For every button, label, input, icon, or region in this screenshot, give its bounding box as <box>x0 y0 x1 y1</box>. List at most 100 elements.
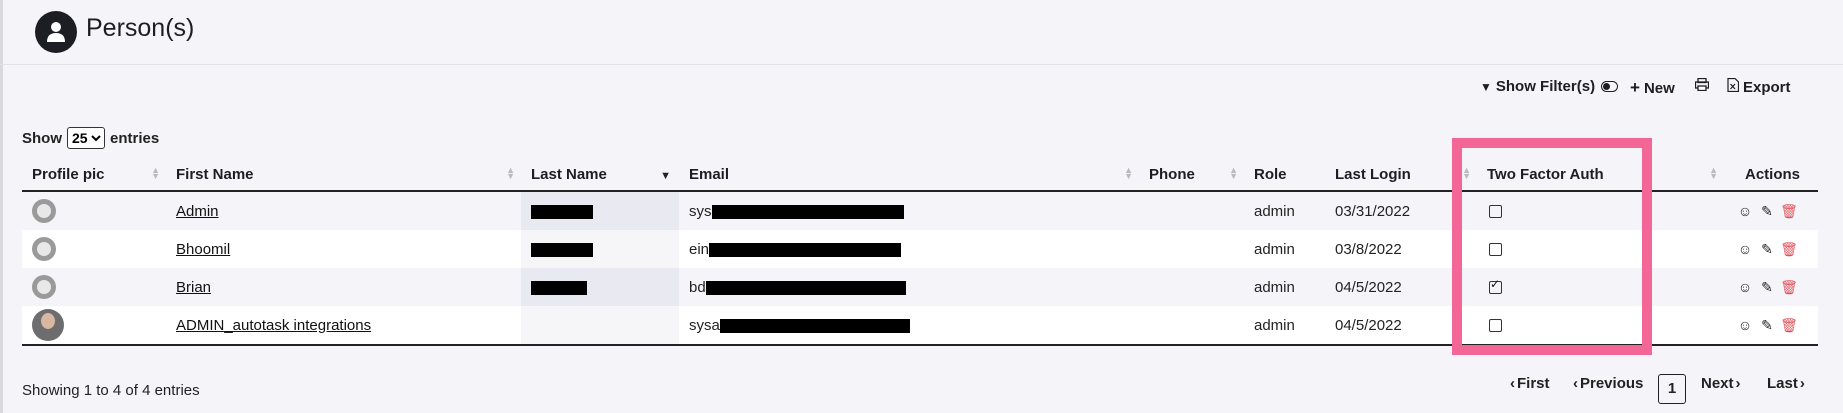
col-role[interactable]: Role <box>1244 158 1325 192</box>
col-last-name-label: Last Name <box>531 165 607 183</box>
chevron-left-icon: ‹ <box>1573 375 1578 392</box>
last-name-cell <box>521 306 679 346</box>
two-factor-checkbox[interactable] <box>1489 205 1502 219</box>
redacted-text <box>531 204 593 219</box>
col-actions-label: Actions <box>1744 165 1800 183</box>
phone-cell <box>1139 306 1244 346</box>
col-phone[interactable]: Phone ▲ ▼ <box>1139 158 1244 192</box>
two-factor-cell <box>1477 230 1724 268</box>
redacted-text <box>531 242 593 257</box>
first-name-link[interactable]: Admin <box>176 203 219 220</box>
delete-icon[interactable]: 🗑 <box>1778 279 1800 296</box>
two-factor-cell <box>1477 306 1724 346</box>
page-title: Person(s) <box>86 14 195 42</box>
last-login-cell: 04/5/2022 <box>1325 268 1477 306</box>
edit-icon[interactable]: ✎ <box>1756 203 1778 220</box>
col-profile-pic[interactable]: Profile pic ▲ ▼ <box>22 158 166 192</box>
email-prefix: sysa <box>689 316 720 334</box>
pager-page-current[interactable]: 1 <box>1658 374 1686 404</box>
last-login-cell: 03/8/2022 <box>1325 230 1477 268</box>
col-first-name-label: First Name <box>176 165 254 183</box>
impersonate-icon[interactable]: ☺ <box>1734 241 1756 257</box>
role-cell: admin <box>1244 230 1325 268</box>
two-factor-checkbox[interactable] <box>1489 319 1502 333</box>
toggle-icon[interactable] <box>1601 81 1619 92</box>
profile-pic-cell <box>22 268 166 306</box>
two-factor-cell <box>1477 268 1724 306</box>
first-name-link[interactable]: Brian <box>176 279 211 296</box>
plus-icon: + <box>1630 78 1640 97</box>
redacted-text <box>705 280 906 295</box>
redacted-text <box>531 280 587 295</box>
new-button[interactable]: + New <box>1630 78 1675 98</box>
last-login-cell: 04/5/2022 <box>1325 306 1477 346</box>
profile-pic-cell <box>22 191 166 230</box>
profile-pic-cell <box>22 306 166 346</box>
pager-last[interactable]: Last › <box>1767 375 1805 392</box>
first-name-link[interactable]: ADMIN_autotask integrations <box>176 317 371 334</box>
pager-first[interactable]: ‹ First <box>1510 375 1550 392</box>
entries-select[interactable]: 25 <box>67 127 105 149</box>
pager-previous-label: Previous <box>1580 375 1644 392</box>
col-profile-pic-label: Profile pic <box>32 165 105 183</box>
export-button[interactable]: Export <box>1727 77 1791 96</box>
col-last-name[interactable]: Last Name ▼ <box>521 158 679 192</box>
show-label: Show <box>22 129 62 147</box>
avatar <box>32 275 56 299</box>
avatar <box>32 309 64 341</box>
impersonate-icon[interactable]: ☺ <box>1734 317 1756 333</box>
role-cell: admin <box>1244 268 1325 306</box>
impersonate-icon[interactable]: ☺ <box>1734 279 1756 295</box>
email-cell: ein <box>679 230 1139 268</box>
excel-icon <box>1727 77 1740 96</box>
print-icon <box>1694 77 1710 95</box>
pager-previous[interactable]: ‹ Previous <box>1573 375 1643 392</box>
avatar <box>32 237 56 261</box>
edit-icon[interactable]: ✎ <box>1756 317 1778 334</box>
two-factor-cell <box>1477 191 1724 230</box>
filter-icon: ▼ <box>1480 79 1492 94</box>
first-name-cell: Brian <box>166 268 521 306</box>
sort-icon: ▲ ▼ <box>151 165 160 181</box>
edit-icon[interactable]: ✎ <box>1756 241 1778 258</box>
email-cell: sysa <box>679 306 1139 346</box>
two-factor-checkbox[interactable] <box>1489 243 1502 257</box>
user-icon <box>35 11 77 53</box>
delete-icon[interactable]: 🗑 <box>1778 241 1800 258</box>
email-prefix: sys <box>689 202 712 220</box>
pager-next[interactable]: Next › <box>1701 375 1741 392</box>
delete-icon[interactable]: 🗑 <box>1778 317 1800 334</box>
impersonate-icon[interactable]: ☺ <box>1734 203 1756 219</box>
show-entries: Show 25 entries <box>22 127 159 149</box>
col-first-name[interactable]: First Name ▲ ▼ <box>166 158 521 192</box>
page-header: Person(s) <box>0 0 1843 65</box>
show-filters-label: Show Filter(s) <box>1495 78 1596 95</box>
col-last-login-label: Last Login <box>1335 165 1411 183</box>
redacted-text <box>719 318 910 333</box>
col-last-login[interactable]: Last Login ▲ ▼ <box>1325 158 1477 192</box>
delete-icon[interactable]: 🗑 <box>1778 203 1800 220</box>
two-factor-checkbox[interactable] <box>1489 277 1502 295</box>
redacted-text <box>711 204 904 219</box>
col-email[interactable]: Email ▲ ▼ <box>679 158 1139 192</box>
email-cell: sys <box>679 191 1139 230</box>
col-two-factor-auth[interactable]: Two Factor Auth ▲ ▼ <box>1477 158 1724 192</box>
col-two-factor-auth-label: Two Factor Auth <box>1487 165 1604 183</box>
actions-cell: ☺ ✎ 🗑 <box>1724 306 1818 346</box>
pager-last-label: Last <box>1767 375 1798 392</box>
table-row: Brian bd admin 04/5/2022 ☺✎🗑 <box>22 268 1818 306</box>
edit-icon[interactable]: ✎ <box>1756 279 1778 296</box>
first-name-cell: ADMIN_autotask integrations <box>166 306 521 346</box>
sort-icon: ▲ ▼ <box>1462 165 1471 181</box>
show-filters-button[interactable]: ▼ Show Filter(s) <box>1480 78 1619 95</box>
table-row: Admin sys admin 03/31/2022 ☺ ✎ 🗑 <box>22 191 1818 230</box>
phone-cell <box>1139 268 1244 306</box>
col-email-label: Email <box>689 165 730 183</box>
first-name-link[interactable]: Bhoomil <box>176 241 230 258</box>
print-button[interactable] <box>1694 77 1710 95</box>
phone-cell <box>1139 191 1244 230</box>
chevron-right-icon: › <box>1735 375 1741 392</box>
col-actions: Actions <box>1724 158 1818 192</box>
new-label: New <box>1643 79 1675 97</box>
first-name-cell: Bhoomil <box>166 230 521 268</box>
